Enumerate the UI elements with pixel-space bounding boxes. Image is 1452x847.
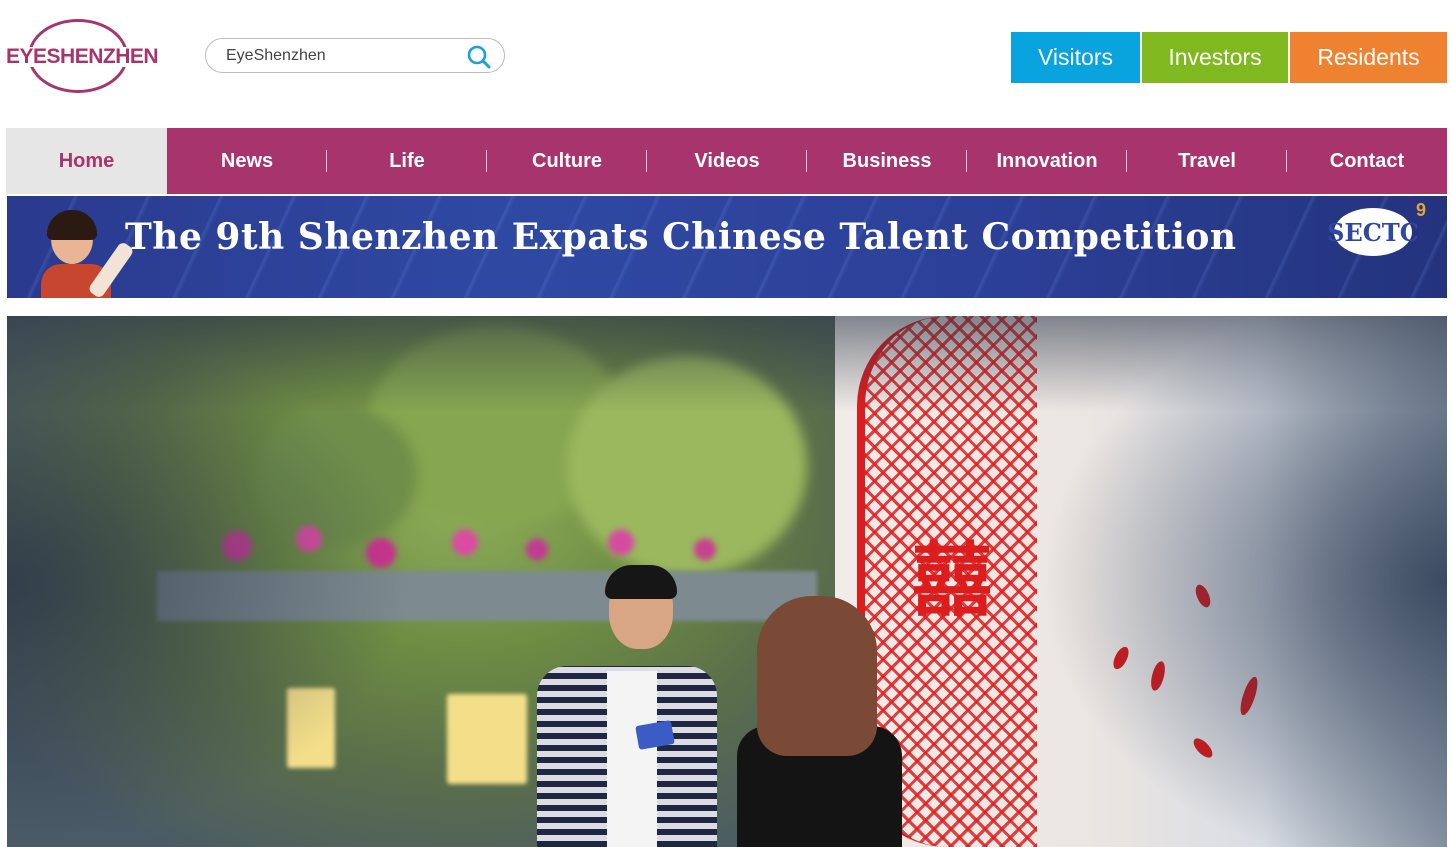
emblem-text: SECTC xyxy=(1327,208,1419,256)
search-input[interactable] xyxy=(226,45,466,67)
emblem-superscript: 9 xyxy=(1416,200,1427,220)
young-man-figure xyxy=(537,565,727,847)
hero-photo[interactable]: 囍 xyxy=(7,316,1447,847)
nav-item-life[interactable]: Life xyxy=(327,128,487,194)
visitors-button[interactable]: Visitors xyxy=(1011,32,1140,83)
garden-lamp xyxy=(287,688,335,768)
banner-title: The 9th Shenzhen Expats Chinese Talent C… xyxy=(125,216,1237,258)
nav-item-home[interactable]: Home xyxy=(6,128,167,194)
investors-button[interactable]: Investors xyxy=(1142,32,1288,83)
nav-item-business[interactable]: Business xyxy=(807,128,967,194)
singer-figure xyxy=(41,210,135,298)
search-box xyxy=(205,38,505,73)
competition-emblem: SECTC 9 xyxy=(1327,200,1434,270)
logo-text: EYESHENZHEN xyxy=(6,45,159,68)
garden-lamp xyxy=(447,694,527,784)
nav-item-culture[interactable]: Culture xyxy=(487,128,647,194)
nav-item-innovation[interactable]: Innovation xyxy=(967,128,1127,194)
site-logo[interactable]: EYESHENZHEN xyxy=(6,19,159,95)
double-happiness-character: 囍 xyxy=(912,536,992,625)
nav-item-news[interactable]: News xyxy=(167,128,327,194)
young-woman-figure xyxy=(727,596,902,847)
nav-item-contact[interactable]: Contact xyxy=(1287,128,1447,194)
competition-banner[interactable]: The 9th Shenzhen Expats Chinese Talent C… xyxy=(7,196,1447,298)
nav-item-videos[interactable]: Videos xyxy=(647,128,807,194)
main-nav: Home News Life Culture Videos Business I… xyxy=(6,128,1447,194)
search-icon[interactable] xyxy=(466,44,492,70)
residents-button[interactable]: Residents xyxy=(1290,32,1447,83)
nav-item-travel[interactable]: Travel xyxy=(1127,128,1287,194)
